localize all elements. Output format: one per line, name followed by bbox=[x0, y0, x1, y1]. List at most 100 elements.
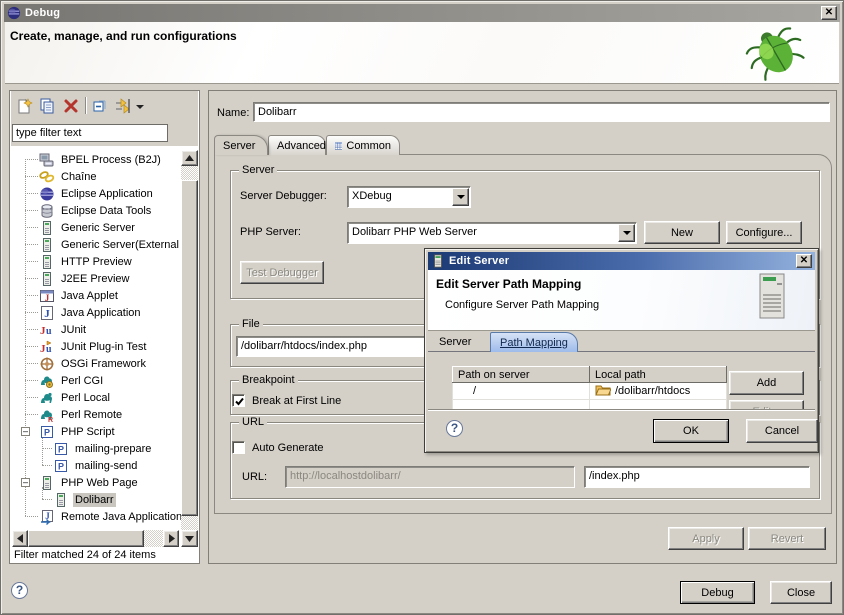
junit-icon: Ju bbox=[39, 322, 55, 338]
tree-item-junit[interactable]: JuJUnit bbox=[11, 321, 181, 338]
window-title: Debug bbox=[25, 7, 60, 19]
collapse-all-button[interactable] bbox=[91, 97, 109, 115]
tab-path-mapping[interactable]: Path Mapping bbox=[490, 332, 578, 352]
tree-item-mailing-send[interactable]: Pmailing-send bbox=[11, 457, 181, 474]
bpel-icon bbox=[39, 152, 55, 168]
applet-icon: J bbox=[39, 288, 55, 304]
filter-launch-configurations-button[interactable] bbox=[114, 97, 132, 115]
edit-server-titlebar[interactable]: Edit Server ✕ bbox=[428, 252, 815, 270]
auto-generate-label: Auto Generate bbox=[252, 442, 324, 454]
remote-java-icon: J bbox=[39, 509, 55, 525]
test-debugger-button[interactable]: Test Debugger bbox=[240, 261, 324, 284]
column-header[interactable]: Path on server bbox=[453, 367, 590, 383]
tree-item-dolibarr[interactable]: Dolibarr bbox=[11, 491, 181, 508]
junit-plugin-icon: Ju bbox=[39, 339, 55, 355]
tree-item-php-script[interactable]: PPHP Script bbox=[11, 423, 181, 440]
svg-text:P: P bbox=[44, 427, 50, 437]
tab-advanced[interactable]: Advanced bbox=[268, 135, 326, 155]
base-url-input: http://localhostdolibarr/ bbox=[285, 466, 575, 488]
debug-dialog-window: Debug ✕ Create, manage, and run configur… bbox=[0, 0, 844, 615]
tab-server-settings[interactable]: Server bbox=[430, 332, 480, 352]
name-input[interactable]: Dolibarr bbox=[253, 102, 830, 122]
edit-server-heading: Edit Server Path Mapping bbox=[436, 277, 581, 291]
cancel-button[interactable]: Cancel bbox=[746, 419, 818, 443]
filter-input[interactable] bbox=[12, 124, 168, 142]
toolbar-separator bbox=[85, 97, 86, 114]
new-server-button[interactable]: New bbox=[644, 221, 720, 244]
tab-server[interactable]: Server bbox=[214, 135, 268, 155]
dialog-header: Create, manage, and run configurations bbox=[5, 22, 839, 84]
tree-item-perl-cgi[interactable]: Perl CGI bbox=[11, 372, 181, 389]
tab-common[interactable]: Common bbox=[326, 135, 400, 155]
close-button[interactable]: Close bbox=[770, 581, 832, 604]
auto-generate-checkbox[interactable] bbox=[232, 441, 245, 454]
break-at-first-line-checkbox[interactable] bbox=[232, 394, 245, 407]
delete-configuration-button[interactable] bbox=[62, 97, 80, 115]
svg-text:R: R bbox=[48, 417, 53, 423]
name-label: Name: bbox=[217, 107, 249, 119]
svg-text:P: P bbox=[58, 461, 64, 471]
url-path-input[interactable]: /index.php bbox=[584, 466, 810, 488]
add-mapping-button[interactable]: Add bbox=[729, 371, 804, 395]
ok-button[interactable]: OK bbox=[653, 419, 729, 443]
tree-item-java-applet[interactable]: JJava Applet bbox=[11, 287, 181, 304]
php-icon: P bbox=[39, 424, 55, 440]
path-mapping-table: Path on serverLocal path//dolibarr/htdoc… bbox=[452, 366, 727, 409]
edit-server-dialog: Edit Server ✕ Edit Server Path Mapping C… bbox=[424, 248, 819, 453]
revert-button[interactable]: Revert bbox=[748, 527, 826, 550]
duplicate-configuration-button[interactable] bbox=[38, 97, 56, 115]
apply-button[interactable]: Apply bbox=[668, 527, 744, 550]
tree-item-remote-java-application[interactable]: JRemote Java Application bbox=[11, 508, 181, 525]
tree-item-perl-local[interactable]: Perl Local bbox=[11, 389, 181, 406]
edit-mapping-button[interactable]: Edit... bbox=[729, 400, 804, 409]
edit-server-help-button[interactable]: ? bbox=[446, 420, 463, 437]
svg-text:P: P bbox=[58, 444, 64, 454]
database-icon bbox=[39, 203, 55, 219]
tree-item-cha-ne[interactable]: Chaîne bbox=[11, 168, 181, 185]
tree-vertical-scrollbar[interactable] bbox=[181, 150, 198, 547]
tree-item-eclipse-data-tools[interactable]: Eclipse Data Tools bbox=[11, 202, 181, 219]
tree-item-osgi-framework[interactable]: OSGi Framework bbox=[11, 355, 181, 372]
toolbar-menu-arrow[interactable] bbox=[135, 97, 145, 115]
debug-button[interactable]: Debug bbox=[680, 581, 755, 604]
edit-server-close-button[interactable]: ✕ bbox=[796, 254, 812, 268]
bug-image bbox=[737, 24, 815, 82]
php-server-select[interactable]: Dolibarr PHP Web Server bbox=[347, 222, 637, 244]
help-button[interactable]: ? bbox=[11, 582, 28, 599]
dropdown-arrow-icon[interactable] bbox=[452, 188, 469, 206]
configure-server-button[interactable]: Configure... bbox=[726, 221, 802, 244]
path-mapping-row[interactable]: //dolibarr/htdocs bbox=[453, 383, 727, 400]
close-window-button[interactable]: ✕ bbox=[821, 6, 837, 20]
server-debugger-select[interactable]: XDebug bbox=[347, 186, 471, 208]
server-icon bbox=[39, 220, 55, 236]
dropdown-arrow-icon[interactable] bbox=[618, 224, 635, 242]
tree-item-generic-server-external-la[interactable]: Generic Server(External La bbox=[11, 236, 181, 253]
tree-item-bpel-process-b2j-[interactable]: BPEL Process (B2J) bbox=[11, 151, 181, 168]
tree-horizontal-scrollbar[interactable] bbox=[12, 530, 179, 547]
tree-item-generic-server[interactable]: Generic Server bbox=[11, 219, 181, 236]
tree-item-junit-plug-in-test[interactable]: JuJUnit Plug-in Test bbox=[11, 338, 181, 355]
server-small-icon bbox=[431, 254, 445, 268]
edit-server-title: Edit Server bbox=[449, 255, 509, 267]
path-mapping-content: Path on serverLocal path//dolibarr/htdoc… bbox=[428, 352, 815, 409]
osgi-icon bbox=[39, 356, 55, 372]
titlebar[interactable]: Debug ✕ bbox=[4, 4, 840, 22]
phpweb-icon bbox=[53, 492, 69, 508]
svg-text:J: J bbox=[44, 308, 50, 320]
tree-item-php-web-page[interactable]: PHP Web Page bbox=[11, 474, 181, 491]
server-tower-icon bbox=[757, 273, 787, 319]
filter-status-text: Filter matched 24 of 24 items bbox=[14, 549, 156, 561]
tree-item-eclipse-application[interactable]: Eclipse Application bbox=[11, 185, 181, 202]
edit-server-subheading: Configure Server Path Mapping bbox=[445, 299, 599, 311]
column-header[interactable]: Local path bbox=[590, 367, 727, 383]
new-configuration-button[interactable] bbox=[15, 97, 33, 115]
tree-item-perl-remote[interactable]: RPerl Remote bbox=[11, 406, 181, 423]
tree-item-http-preview[interactable]: HTTP Preview bbox=[11, 253, 181, 270]
server-group-title: Server bbox=[239, 164, 277, 176]
php-server-label: PHP Server: bbox=[240, 226, 301, 238]
tree-item-mailing-prepare[interactable]: Pmailing-prepare bbox=[11, 440, 181, 457]
tree-item-java-application[interactable]: JJava Application bbox=[11, 304, 181, 321]
tree-item-j2ee-preview[interactable]: J2EE Preview bbox=[11, 270, 181, 287]
perl-cgi-icon bbox=[39, 373, 55, 389]
url-label: URL: bbox=[242, 471, 267, 483]
